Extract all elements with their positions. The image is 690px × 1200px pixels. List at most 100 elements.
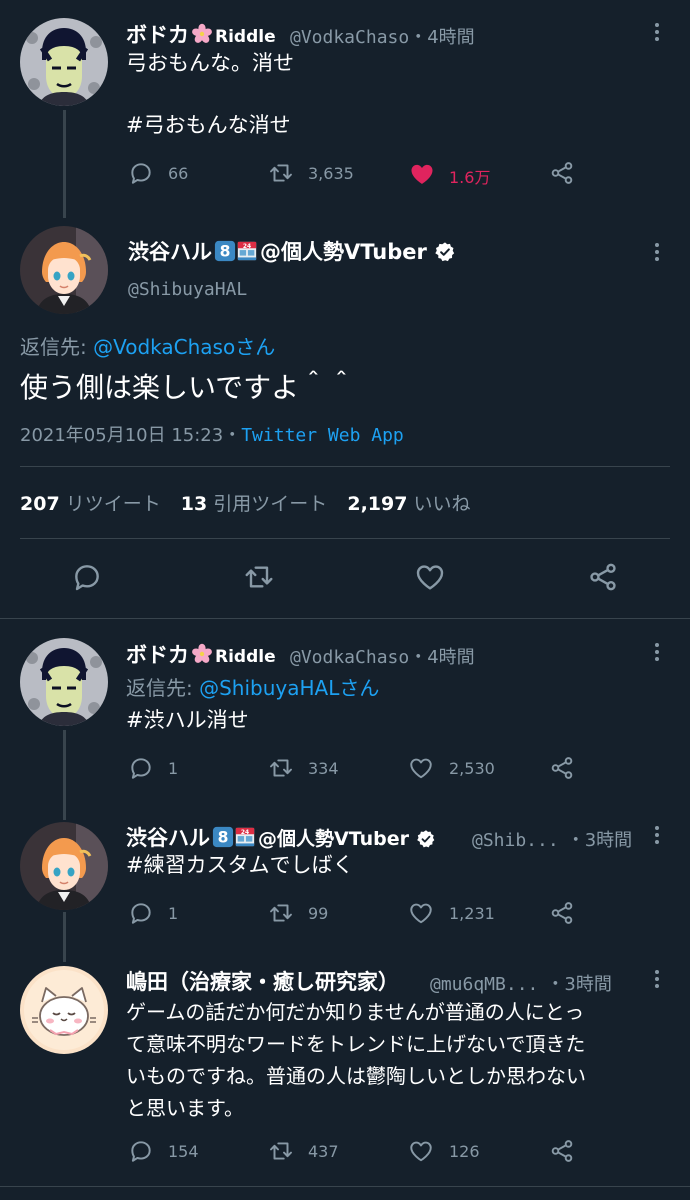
sakura-icon [191,23,213,45]
retweets-label: リツイート [65,493,161,515]
tweet-text: 使う側は楽しいですよ＾＾ [20,371,356,404]
avatar[interactable] [20,822,108,910]
retweet-icon[interactable] [268,755,294,781]
author-name[interactable]: ボドカ Riddle [126,19,276,49]
avatar[interactable] [20,226,108,314]
tweet-meta: 2021年05月10日 15:23・Twitter Web App [20,421,404,447]
author-handle-line: @VodkaChaso・4時間 [290,643,475,669]
convenience-store-icon [236,240,258,262]
avatar[interactable] [20,18,108,106]
avatar[interactable] [20,966,108,1054]
reply-icon[interactable] [128,1138,154,1164]
likes-stat[interactable]: 2,197 いいね [347,493,470,515]
likes-label: いいね [413,493,471,515]
thread-line [63,912,66,962]
author-name-text: 渋谷ハル [128,240,212,264]
tweet-stats: 207 リツイート 13 引用ツイート 2,197 いいね [20,489,471,516]
author-name[interactable]: ボドカ Riddle [126,639,276,669]
author-name-suffix: Riddle [215,647,276,667]
timestamp[interactable]: ・4時間 [409,647,474,668]
share-icon[interactable] [549,900,575,926]
author-name-text: ボドカ [126,643,189,667]
reply-prefix: 返信先: [20,335,94,359]
reply-to-link[interactable]: @VodkaChasoさん [93,335,275,359]
timestamp[interactable]: ・3時間 [546,974,611,995]
keycap-eight-icon [214,240,236,262]
keycap-eight-icon [212,826,234,848]
reply-prefix: 返信先: [126,676,200,700]
tweet-source-link[interactable]: Twitter Web App [241,425,404,446]
tweet-text-line: いものですね。普通の人は鬱陶しいとしか思わない [126,1064,586,1088]
retweets-number: 207 [20,493,60,515]
like-icon[interactable] [408,900,434,926]
thread-line [63,110,66,218]
author-handle: @VodkaChaso [290,647,410,668]
retweets-stat[interactable]: 207 リツイート [20,493,161,515]
author-name[interactable]: 渋谷ハル @個人勢VTuber [126,822,436,852]
likes-number: 2,197 [347,493,408,515]
more-options-icon[interactable] [654,241,660,263]
author-handle: @VodkaChaso [290,27,410,48]
author-handle-line: @mu6qMB... ・3時間 [430,970,612,996]
hashtag-link[interactable]: #弓おもんな消せ [126,110,291,141]
retweet-icon[interactable] [268,1138,294,1164]
hashtag-link[interactable]: #練習カスタムでしばく [126,850,354,881]
author-name-suffix: @個人勢VTuber [260,240,427,264]
author-handle-line: @Shib... ・3時間 [472,826,632,852]
reply-icon[interactable] [128,755,154,781]
divider [0,618,690,619]
reply-count: 154 [168,1142,199,1161]
author-name-text: 渋谷ハル [126,826,210,850]
reply-to-link[interactable]: @ShibuyaHALさん [199,676,379,700]
retweet-icon[interactable] [268,160,294,186]
reply-icon[interactable] [128,160,154,186]
avatar[interactable] [20,638,108,726]
like-count: 126 [449,1142,480,1161]
author-handle: @mu6qMB... [430,974,539,995]
liked-heart-icon[interactable] [408,160,436,188]
reply-context: 返信先: @VodkaChasoさん [20,331,275,360]
more-options-icon[interactable] [654,968,660,990]
timestamp[interactable]: ・3時間 [567,830,632,851]
like-icon[interactable] [414,561,446,593]
convenience-store-icon [234,826,256,848]
author-name[interactable]: 嶋田（治療家・癒し研究家） [126,966,399,996]
reply-count: 1 [168,759,179,778]
like-icon[interactable] [408,1138,434,1164]
share-icon[interactable] [549,160,575,186]
reply-icon[interactable] [128,900,154,926]
more-options-icon[interactable] [654,824,660,846]
hashtag-link[interactable]: #渋ハル消せ [126,705,249,736]
author-handle[interactable]: @ShibuyaHAL [128,279,247,300]
reply-count: 1 [168,904,179,923]
share-icon[interactable] [549,755,575,781]
retweet-count: 3,635 [308,164,354,183]
share-icon[interactable] [549,1138,575,1164]
tweet-text-line: て意味不明なワードをトレンドに上げないで頂きた [126,1032,586,1056]
author-name-suffix: Riddle [215,27,276,47]
tweet-text-line: ゲームの話だか何だか知りませんが普通の人にとっ [126,1000,585,1024]
author-handle: @Shib... [472,830,559,851]
reply-count: 66 [168,164,189,183]
quotes-number: 13 [180,493,208,515]
like-count: 1,231 [449,904,495,923]
reply-context: 返信先: @ShibuyaHALさん [126,672,379,701]
reply-icon[interactable] [71,561,103,593]
retweet-icon[interactable] [268,900,294,926]
divider [20,538,670,539]
author-name-suffix: @個人勢VTuber [258,828,409,850]
quotes-stat[interactable]: 13 引用ツイート [181,493,328,515]
more-options-icon[interactable] [654,641,660,663]
thread-line [63,730,66,820]
sakura-icon [191,643,213,665]
share-icon[interactable] [587,561,619,593]
like-count: 1.6万 [449,168,491,187]
retweet-count: 437 [308,1142,339,1161]
author-name[interactable]: 渋谷ハル @個人勢VTuber [128,236,456,266]
more-options-icon[interactable] [654,21,660,43]
retweet-icon[interactable] [243,561,275,593]
timestamp[interactable]: ・4時間 [409,27,474,48]
tweet-text: 弓おもんな。消せ [126,51,294,75]
tweet-text: ゲームの話だか何だか知りませんが普通の人にとっ て意味不明なワードをトレンドに上… [126,996,586,1124]
like-icon[interactable] [408,755,434,781]
